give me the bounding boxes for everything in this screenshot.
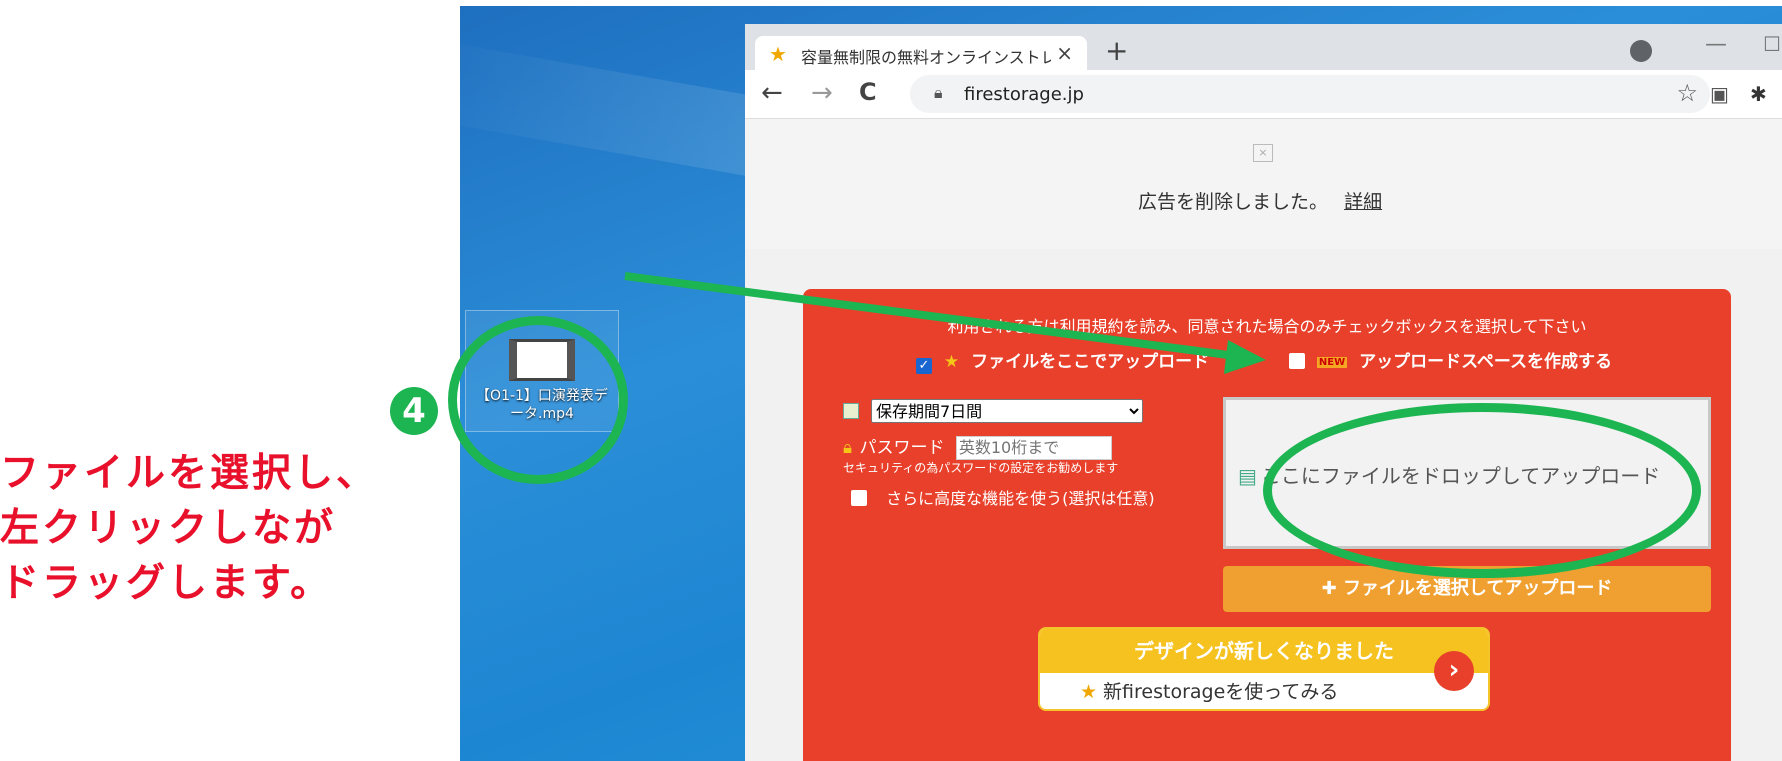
drop-zone-highlight-circle	[1263, 403, 1701, 578]
star-favicon: ★	[769, 42, 787, 66]
forward-button[interactable]: →	[811, 78, 833, 108]
star-icon: ★	[943, 352, 960, 372]
new-badge: NEW	[1316, 357, 1348, 368]
create-space-label: アップロードスペースを作成する	[1359, 352, 1613, 372]
plus-icon: ✚	[1321, 578, 1343, 599]
ad-details-link[interactable]: 詳細	[1344, 191, 1382, 213]
padlock-icon: 🔒︎	[843, 438, 853, 458]
select-file-label: ファイルを選択してアップロード	[1342, 578, 1613, 599]
instruction-line3: ドラッグします。	[0, 561, 333, 606]
chevron-right-icon[interactable]: ›	[1434, 651, 1474, 691]
ad-removed-text: 広告を削除しました。	[1138, 191, 1329, 213]
promo-banner[interactable]: デザインが新しくなりました ★ 新firestorageを使ってみる ›	[1038, 627, 1490, 711]
star-logo-icon: ★	[1080, 681, 1098, 703]
password-input[interactable]	[955, 435, 1112, 460]
advanced-checkbox[interactable]	[851, 490, 867, 506]
tab-close-icon[interactable]: ×	[1056, 41, 1073, 65]
ad-area: × 広告を削除しました。 詳細	[745, 119, 1782, 249]
reload-button[interactable]: C	[859, 78, 877, 106]
upload-here-checkbox[interactable]: ✓	[916, 358, 932, 374]
profile-icon[interactable]	[1630, 40, 1652, 62]
tab-bar: ★ 容量無制限の無料オンラインストレージ × + — ☐	[745, 24, 1782, 70]
lock-icon: 🔒︎	[934, 83, 943, 102]
advanced-label: さらに高度な機能を使う(選択は任意)	[886, 489, 1155, 508]
promo-link[interactable]: 新firestorageを使ってみる	[1103, 681, 1338, 703]
browser-tab[interactable]: ★ 容量無制限の無料オンラインストレージ ×	[755, 36, 1087, 70]
star-bookmark-icon[interactable]: ☆	[1676, 79, 1698, 107]
retention-row: 保存期間7日間	[843, 399, 1143, 423]
tab-title: 容量無制限の無料オンラインストレージ	[801, 48, 1051, 67]
new-tab-button[interactable]: +	[1105, 34, 1128, 67]
password-note: セキュリティの為パスワードの設定をお勧めします	[843, 461, 1119, 475]
ad-close-icon[interactable]: ×	[1253, 144, 1273, 162]
advanced-option[interactable]: さらに高度な機能を使う(選択は任意)	[851, 485, 1155, 509]
password-row: 🔒︎ パスワード	[843, 433, 1112, 460]
promo-title: デザインが新しくなりました	[1040, 629, 1488, 673]
upload-here-label: ファイルをここでアップロード	[971, 352, 1210, 372]
instruction-text: ファイルを選択し、 左クリックしなが ドラッグします。	[0, 446, 440, 611]
upload-here-option[interactable]: ✓ ★ ファイルをここでアップロード	[916, 347, 1209, 374]
promo-link-row[interactable]: ★ 新firestorageを使ってみる	[1080, 675, 1338, 709]
ad-removed-message: 広告を削除しました。 詳細	[1138, 187, 1382, 214]
step-number-badge: 4	[390, 387, 438, 435]
url-text[interactable]: firestorage.jp	[964, 84, 1084, 105]
file-highlight-circle	[448, 316, 628, 484]
create-space-checkbox[interactable]	[1289, 353, 1305, 369]
maximize-button[interactable]: ☐	[1763, 32, 1781, 56]
instruction-line1: ファイルを選択し、	[0, 451, 379, 496]
terms-notice: 利用される方は利用規約を読み、同意された場合のみチェックボックスを選択して下さい	[947, 317, 1587, 336]
password-label: パスワード	[859, 438, 945, 458]
calendar-icon	[843, 403, 859, 419]
address-bar: ← → C 🔒︎ firestorage.jp ☆ ▣ ✱	[745, 70, 1782, 119]
browser-window: ★ 容量無制限の無料オンラインストレージ × + — ☐ ← → C 🔒︎ fi…	[745, 24, 1782, 761]
create-space-option[interactable]: NEW アップロードスペースを作成する	[1289, 347, 1612, 372]
file-drop-icon: ▤	[1238, 464, 1257, 488]
omnibox[interactable]: 🔒︎ firestorage.jp ☆	[910, 75, 1710, 113]
media-icon[interactable]: ▣	[1710, 82, 1729, 106]
back-button[interactable]: ←	[761, 78, 783, 108]
minimize-button[interactable]: —	[1705, 32, 1727, 57]
extension-icon[interactable]: ✱	[1750, 82, 1767, 106]
instruction-line2: 左クリックしなが	[0, 506, 337, 551]
retention-select[interactable]: 保存期間7日間	[871, 399, 1143, 423]
